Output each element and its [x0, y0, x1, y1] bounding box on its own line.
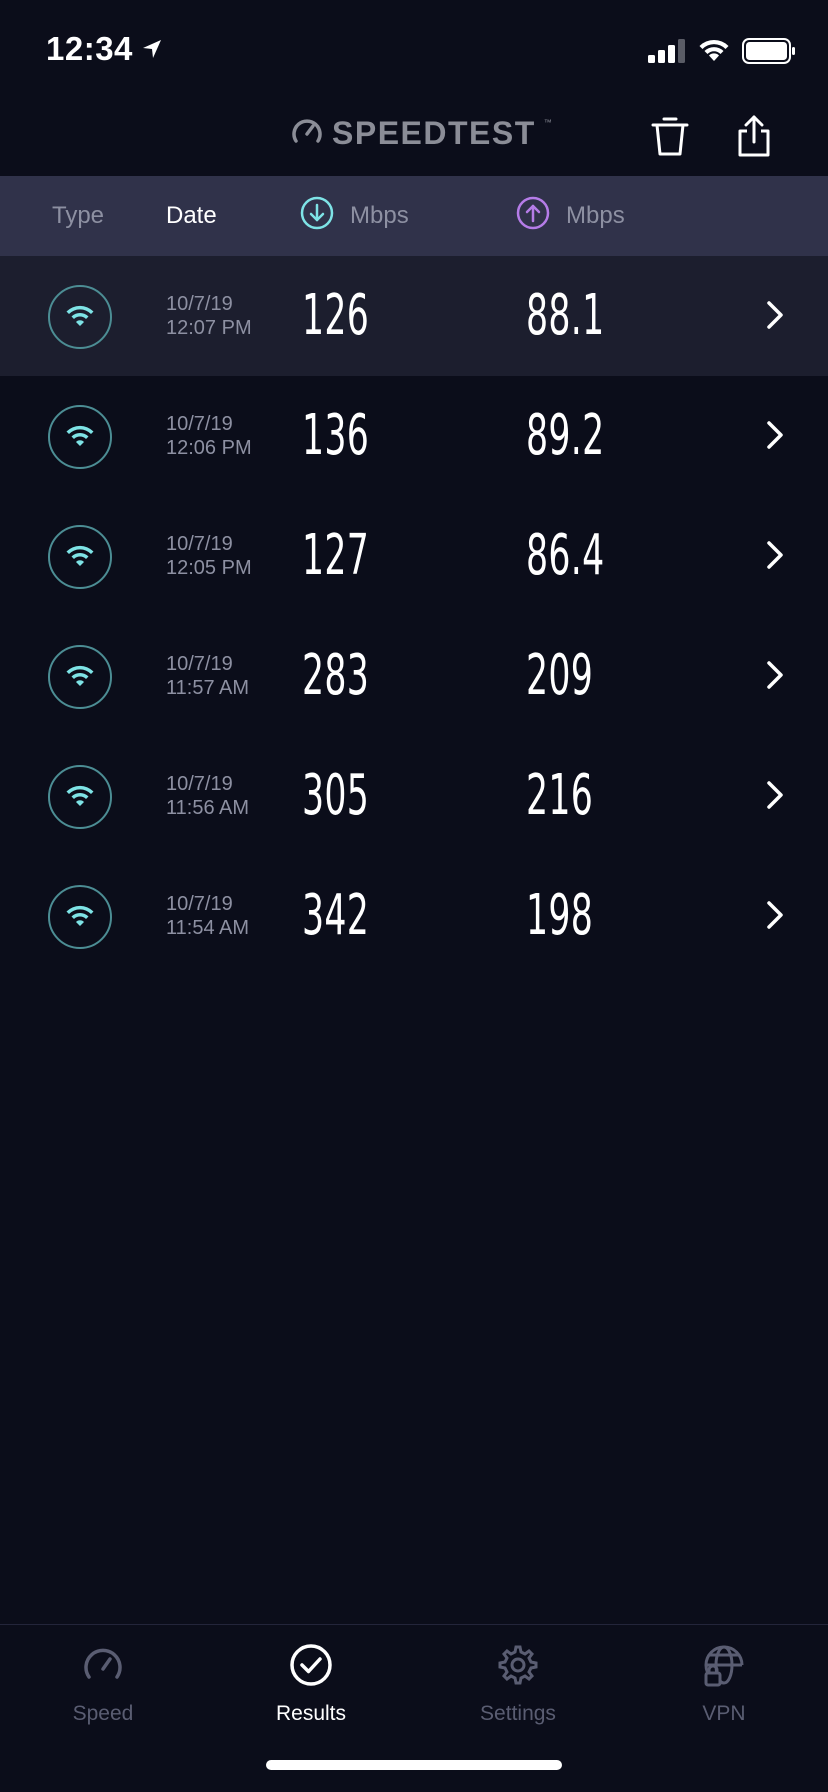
sort-by-type[interactable]: Type	[52, 176, 104, 256]
sort-by-date[interactable]: Date	[166, 176, 217, 256]
result-upload-value: 88.1	[526, 283, 605, 348]
tab-results[interactable]: Results	[231, 1643, 391, 1726]
upload-arrow-icon	[516, 196, 550, 237]
brand-trademark: ™	[543, 118, 552, 127]
result-time: 11:56 AM	[166, 797, 250, 819]
result-date: 10/7/19	[166, 293, 233, 315]
brand-name: SPEEDTEST	[332, 115, 536, 151]
tab-settings[interactable]: Settings	[438, 1643, 598, 1726]
share-icon	[736, 114, 772, 163]
result-date: 10/7/19	[166, 413, 233, 435]
result-datetime: 10/7/19 11:57 AM	[166, 652, 249, 700]
trash-icon	[650, 114, 690, 163]
result-upload-value: 89.2	[526, 403, 605, 468]
sort-by-download[interactable]: Mbps	[300, 176, 409, 256]
location-arrow-icon	[141, 30, 163, 68]
tab-speed[interactable]: Speed	[23, 1643, 183, 1726]
result-upload-value: 209	[526, 643, 594, 708]
result-download-value: 283	[302, 643, 370, 708]
battery-icon	[742, 38, 796, 69]
speedometer-icon	[81, 1643, 125, 1692]
column-download-label: Mbps	[350, 202, 409, 229]
wifi-icon	[48, 405, 112, 469]
chevron-right-icon	[764, 658, 786, 697]
result-date: 10/7/19	[166, 653, 233, 675]
result-download-value: 126	[302, 283, 370, 348]
results-list: 10/7/19 12:07 PM 126 88.1 10/7/19 12:06 PM 136…	[0, 256, 828, 976]
tab-results-label: Results	[275, 1702, 347, 1725]
tab-speed-label: Speed	[72, 1702, 134, 1725]
wifi-icon	[48, 645, 112, 709]
chevron-right-icon	[764, 538, 786, 577]
speedtest-results-screen: 12:34 SPEEDTEST ™ Type Date Mbps Mbps 10…	[0, 0, 828, 1792]
globe-lock-icon	[702, 1643, 746, 1692]
result-upload-value: 86.4	[526, 523, 605, 588]
result-upload-value: 216	[526, 763, 594, 828]
result-date: 10/7/19	[166, 893, 233, 915]
result-time: 12:06 PM	[166, 437, 252, 459]
results-column-header: Type Date Mbps Mbps	[0, 176, 828, 256]
tab-settings-label: Settings	[480, 1702, 556, 1725]
result-row[interactable]: 10/7/19 12:05 PM 127 86.4	[0, 496, 828, 616]
sort-by-upload[interactable]: Mbps	[516, 176, 625, 256]
result-datetime: 10/7/19 12:05 PM	[166, 532, 252, 580]
result-datetime: 10/7/19 12:07 PM	[166, 292, 252, 340]
result-time: 12:05 PM	[166, 557, 252, 579]
result-row[interactable]: 10/7/19 12:07 PM 126 88.1	[0, 256, 828, 376]
wifi-icon	[48, 765, 112, 829]
result-download-value: 305	[302, 763, 370, 828]
wifi-icon	[48, 285, 112, 349]
result-row[interactable]: 10/7/19 11:56 AM 305 216	[0, 736, 828, 856]
result-date: 10/7/19	[166, 533, 233, 555]
result-row[interactable]: 10/7/19 12:06 PM 136 89.2	[0, 376, 828, 496]
result-row[interactable]: 10/7/19 11:54 AM 342 198	[0, 856, 828, 976]
wifi-icon	[48, 525, 112, 589]
cellular-signal-icon	[648, 39, 686, 68]
result-download-value: 127	[302, 523, 370, 588]
result-time: 12:07 PM	[166, 317, 252, 339]
wifi-icon	[48, 885, 112, 949]
home-indicator	[266, 1760, 562, 1770]
result-datetime: 10/7/19 12:06 PM	[166, 412, 252, 460]
checkmark-circle-icon	[289, 1643, 333, 1692]
tab-vpn[interactable]: VPN	[644, 1643, 804, 1726]
wifi-status-icon	[698, 39, 730, 68]
status-time: 12:34	[46, 30, 163, 68]
tab-vpn-label: VPN	[702, 1702, 746, 1725]
chevron-right-icon	[764, 898, 786, 937]
result-download-value: 136	[302, 403, 370, 468]
result-datetime: 10/7/19 11:56 AM	[166, 772, 249, 820]
result-datetime: 10/7/19 11:54 AM	[166, 892, 249, 940]
status-bar: 12:34	[0, 0, 828, 100]
app-header: SPEEDTEST ™	[0, 100, 828, 176]
result-row[interactable]: 10/7/19 11:57 AM 283 209	[0, 616, 828, 736]
column-date-label: Date	[166, 202, 217, 229]
delete-results-button[interactable]	[642, 110, 698, 166]
chevron-right-icon	[764, 778, 786, 817]
download-arrow-icon	[300, 196, 334, 237]
chevron-right-icon	[764, 298, 786, 337]
gear-icon	[496, 1643, 540, 1692]
speedtest-logo: SPEEDTEST ™	[290, 114, 552, 153]
result-date: 10/7/19	[166, 773, 233, 795]
result-upload-value: 198	[526, 883, 594, 948]
result-time: 11:54 AM	[166, 917, 250, 939]
speedometer-logo-icon	[290, 114, 324, 153]
result-time: 11:57 AM	[166, 677, 250, 699]
status-indicators	[648, 38, 796, 69]
share-results-button[interactable]	[726, 110, 782, 166]
status-time-text: 12:34	[46, 30, 133, 67]
result-download-value: 342	[302, 883, 370, 948]
column-type-label: Type	[52, 202, 105, 229]
column-upload-label: Mbps	[566, 202, 625, 229]
chevron-right-icon	[764, 418, 786, 457]
